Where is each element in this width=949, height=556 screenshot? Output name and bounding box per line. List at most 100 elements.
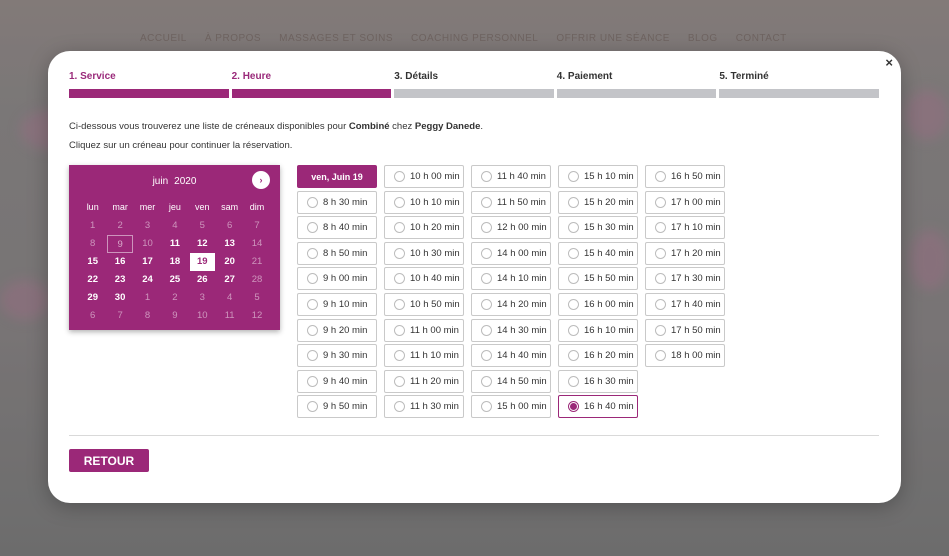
calendar-day[interactable]: 12	[190, 235, 215, 253]
time-slot[interactable]: 17 h 20 min	[645, 241, 725, 265]
time-slot-label: 9 h 00 min	[323, 273, 368, 285]
time-slot[interactable]: 15 h 30 min	[558, 216, 638, 240]
calendar-day[interactable]: 27	[217, 271, 242, 289]
radio-icon	[568, 273, 579, 285]
time-slot[interactable]: 8 h 50 min	[297, 241, 377, 265]
time-slots-grid: ven, Juin 19 8 h 30 min 8 h 40 min 8 h 50 m…	[297, 165, 725, 419]
time-slot[interactable]: 9 h 30 min	[297, 344, 377, 368]
time-slot[interactable]: 16 h 00 min	[558, 292, 638, 316]
time-slot[interactable]: 14 h 40 min	[471, 344, 551, 368]
time-slot[interactable]: 15 h 50 min	[558, 267, 638, 291]
time-slot-label: 11 h 20 min	[410, 375, 459, 387]
calendar-day[interactable]: 26	[190, 271, 215, 289]
time-slot[interactable]: 15 h 10 min	[558, 165, 638, 188]
calendar-day: 3	[199, 292, 205, 303]
time-slot[interactable]: 11 h 50 min	[471, 190, 551, 214]
time-slot-label: 8 h 50 min	[323, 247, 368, 259]
time-slot[interactable]: 16 h 40 min	[558, 395, 638, 419]
calendar-day[interactable]: 25	[162, 271, 187, 289]
radio-icon	[568, 171, 579, 182]
time-slot[interactable]: 16 h 30 min	[558, 369, 638, 393]
time-slot[interactable]: 10 h 10 min	[384, 190, 464, 214]
radio-icon	[568, 222, 579, 234]
calendar-day[interactable]: 16	[107, 253, 132, 271]
calendar-day: 4	[172, 220, 178, 231]
calendar-day[interactable]: 29	[80, 289, 105, 307]
calendar-day[interactable]: 22	[80, 271, 105, 289]
time-slot[interactable]: 16 h 20 min	[558, 344, 638, 368]
time-slot[interactable]: 10 h 30 min	[384, 241, 464, 265]
time-slot[interactable]: 10 h 50 min	[384, 292, 464, 316]
date-picker-calendar: juin 2020 › lun mar mer jeu ven sam dim 1 2 3 4 5 6 7…	[69, 165, 280, 330]
radio-icon	[307, 273, 318, 285]
time-slot[interactable]: 14 h 30 min	[471, 318, 551, 342]
time-slot[interactable]: 16 h 50 min	[645, 165, 725, 188]
calendar-day[interactable]: 18	[162, 253, 187, 271]
progress-steps: 1. Service 2. Heure 3. Détails 4. Paiement 5…	[69, 71, 879, 98]
calendar-day[interactable]: 23	[107, 271, 132, 289]
time-slot[interactable]: 9 h 50 min	[297, 395, 377, 419]
time-slot[interactable]: 15 h 20 min	[558, 190, 638, 214]
calendar-day-selected[interactable]: 19	[189, 253, 215, 271]
time-slot[interactable]: 15 h 00 min	[471, 395, 551, 419]
time-slot[interactable]: 11 h 00 min	[384, 318, 464, 342]
calendar-day: 8	[90, 238, 96, 249]
time-slot[interactable]: 11 h 40 min	[471, 165, 551, 188]
time-slot[interactable]: 17 h 50 min	[645, 318, 725, 342]
time-slot[interactable]: 9 h 20 min	[297, 318, 377, 342]
calendar-day[interactable]: 13	[217, 235, 242, 253]
calendar-day: 4	[227, 292, 233, 303]
time-slot[interactable]: 9 h 10 min	[297, 292, 377, 316]
calendar-day: 2	[117, 220, 123, 231]
time-slot[interactable]: 12 h 00 min	[471, 216, 551, 240]
time-slot-label: 9 h 50 min	[323, 401, 368, 413]
radio-icon	[394, 273, 405, 285]
time-slot[interactable]: 10 h 00 min	[384, 165, 464, 188]
back-button[interactable]: RETOUR	[69, 449, 149, 472]
radio-icon	[481, 222, 492, 234]
time-slot-label: 14 h 30 min	[497, 324, 547, 336]
time-slot[interactable]: 11 h 10 min	[384, 344, 464, 368]
time-slot[interactable]: 9 h 40 min	[297, 369, 377, 393]
time-slot[interactable]: 8 h 40 min	[297, 216, 377, 240]
time-slot[interactable]: 8 h 30 min	[297, 190, 377, 214]
time-slot-label: 15 h 10 min	[584, 171, 634, 182]
time-slot[interactable]: 10 h 40 min	[384, 267, 464, 291]
time-slot[interactable]: 18 h 00 min	[645, 344, 725, 368]
calendar-day[interactable]: 17	[135, 253, 160, 271]
radio-icon	[655, 196, 666, 208]
radio-icon	[481, 247, 492, 259]
calendar-day[interactable]: 30	[107, 289, 132, 307]
time-slot[interactable]: 15 h 40 min	[558, 241, 638, 265]
time-slot[interactable]: 17 h 10 min	[645, 216, 725, 240]
time-slot-label: 11 h 40 min	[497, 171, 546, 182]
calendar-day[interactable]: 11	[162, 235, 187, 253]
radio-icon	[307, 375, 318, 387]
calendar-day[interactable]: 24	[135, 271, 160, 289]
time-slot[interactable]: 17 h 40 min	[645, 292, 725, 316]
time-slot[interactable]: 10 h 20 min	[384, 216, 464, 240]
time-slot-label: 8 h 40 min	[323, 222, 368, 234]
time-slot[interactable]: 11 h 20 min	[384, 369, 464, 393]
calendar-day: 10	[196, 310, 208, 321]
time-slot[interactable]: 17 h 30 min	[645, 267, 725, 291]
time-slot[interactable]: 14 h 20 min	[471, 292, 551, 316]
time-slot[interactable]: 14 h 10 min	[471, 267, 551, 291]
chevron-right-icon[interactable]: ›	[252, 171, 270, 189]
time-slot[interactable]: 14 h 50 min	[471, 369, 551, 393]
time-slot[interactable]: 11 h 30 min	[384, 395, 464, 419]
time-slot[interactable]: 17 h 00 min	[645, 190, 725, 214]
time-slot-label: 9 h 10 min	[323, 298, 368, 310]
time-slot[interactable]: 14 h 00 min	[471, 241, 551, 265]
intro-prefix: Ci-dessous vous trouverez une liste de c…	[69, 121, 349, 132]
weekday-label: dim	[249, 202, 265, 212]
close-icon[interactable]: ×	[885, 55, 893, 70]
radio-icon	[655, 350, 666, 362]
radio-icon	[394, 401, 405, 413]
time-slot[interactable]: 9 h 00 min	[297, 267, 377, 291]
radio-icon	[481, 273, 492, 285]
calendar-day[interactable]: 15	[80, 253, 105, 271]
calendar-day[interactable]: 20	[217, 253, 242, 271]
radio-icon	[568, 401, 579, 413]
time-slot[interactable]: 16 h 10 min	[558, 318, 638, 342]
